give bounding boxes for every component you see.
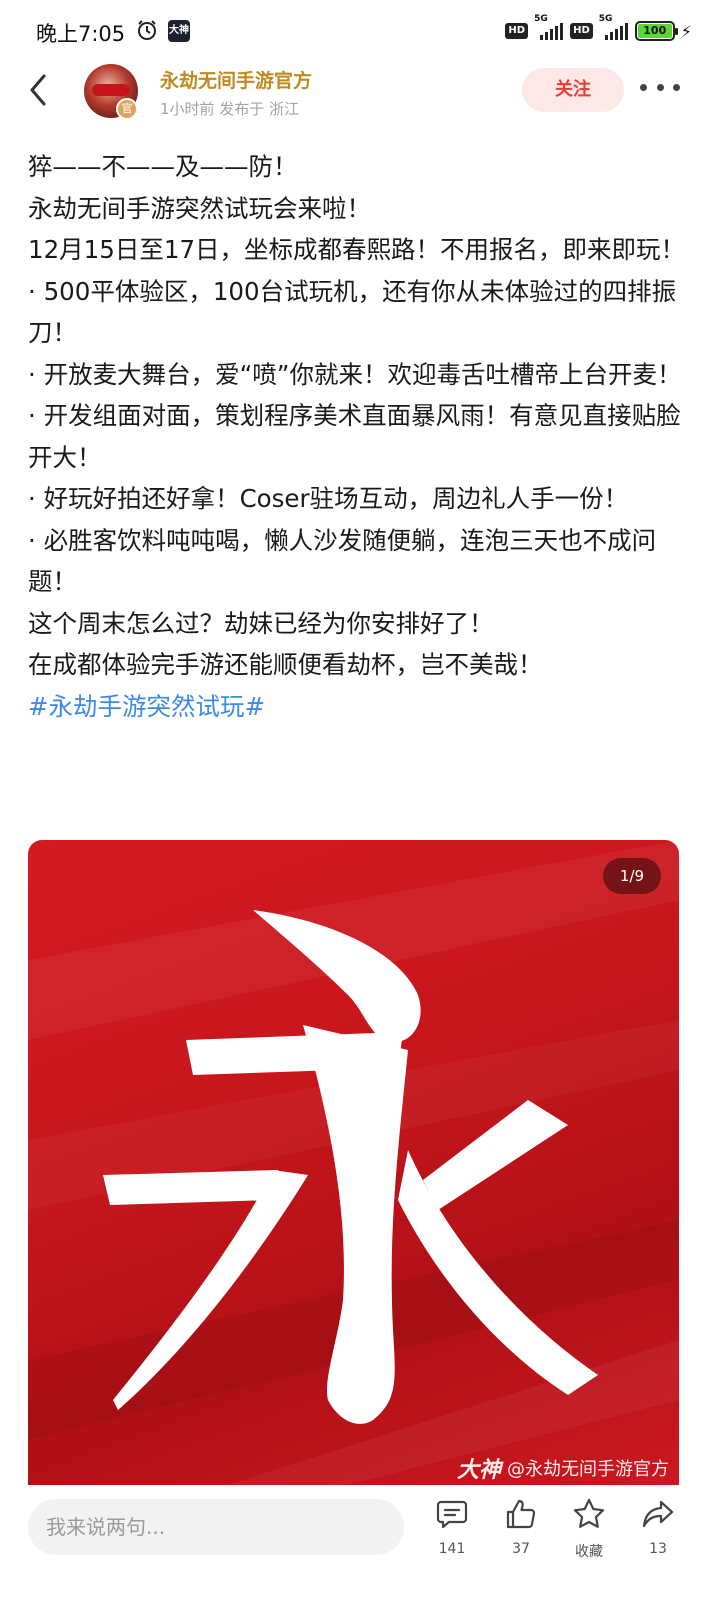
post-line: · 好玩好拍还好拿！Coser驻场互动，周边礼人手一份！ — [28, 484, 629, 513]
post-meta: 1小时前 发布于 浙江 — [160, 100, 300, 118]
comment-icon — [436, 1500, 468, 1529]
post-line: · 必胜客饮料吨吨喝，懒人沙发随便躺，连泡三天也不成问题！ — [28, 525, 657, 597]
post-line: · 开放麦大舞台，爱“喷”你就来！欢迎毒舌吐槽帝上台开麦！ — [28, 359, 682, 389]
signal-icon: 5G — [599, 14, 629, 40]
hashtag-link[interactable]: #永劫手游突然试玩# — [28, 686, 692, 728]
like-count: 37 — [512, 1541, 530, 1557]
avatar-mask-shape — [92, 84, 130, 96]
official-badge: 官 — [116, 98, 138, 120]
yong-logo-glyph — [103, 910, 598, 1424]
post-line: 在成都体验完手游还能顺便看劫杯，岂不美哉！ — [28, 650, 543, 679]
post-line: 猝——不——及——防！ — [28, 152, 298, 181]
comment-input[interactable] — [28, 1499, 404, 1555]
post-body: 猝——不——及——防！ 永劫无间手游突然试玩会来啦！ 12月15日至17日，坐标… — [28, 146, 692, 727]
battery-icon: 100 — [634, 21, 678, 41]
watermark-logo: 大神 — [456, 1458, 501, 1483]
post-line: 永劫无间手游突然试玩会来啦！ — [28, 193, 371, 223]
post-line: 12月15日至17日，坐标成都春熙路！不用报名，即来即玩！ — [28, 235, 686, 264]
share-count: 13 — [649, 1541, 667, 1557]
alarm-clock-icon — [138, 20, 156, 40]
like-button[interactable]: 37 — [493, 1497, 549, 1557]
status-time: 晚上7:05 — [36, 22, 126, 46]
comment-button[interactable]: 141 — [424, 1497, 480, 1557]
post-header: 官 永劫无间手游官方 1小时前 发布于 浙江 关注 — [0, 62, 720, 124]
post-line: · 开发组面对面，策划程序美术直面暴风雨！有意见直接贴脸开大！ — [28, 401, 681, 472]
share-button[interactable]: 13 — [630, 1497, 686, 1557]
more-options-icon[interactable] — [640, 84, 680, 94]
star-icon — [573, 1498, 605, 1528]
thumbs-up-icon — [506, 1499, 536, 1529]
signal-icon: 5G — [534, 14, 564, 40]
favorite-button[interactable]: 收藏 — [561, 1497, 617, 1561]
dashen-app-icon: 大神 — [168, 20, 190, 42]
status-bar: 晚上7:05 大神 HD 5G HD 5G 100 ⚡ — [0, 0, 720, 62]
charging-icon: ⚡ — [680, 21, 692, 41]
network-type: 5G — [534, 14, 548, 24]
favorite-label: 收藏 — [575, 1544, 603, 1560]
post-image[interactable]: 1/9 大神 @永劫无间手游官方 — [28, 840, 679, 1485]
back-arrow-icon[interactable] — [24, 70, 54, 110]
post-line: · 500平体验区，100台试玩机，还有你从未体验过的四排振刀！ — [28, 276, 677, 348]
post-line: 这个周末怎么过？劫妹已经为你安排好了！ — [28, 608, 494, 638]
share-arrow-icon — [642, 1500, 674, 1528]
network-type: 5G — [598, 14, 613, 24]
image-page-indicator: 1/9 — [603, 858, 661, 894]
comment-count: 141 — [438, 1541, 466, 1557]
hd-badge: HD — [505, 23, 529, 39]
battery-level: 100 — [637, 24, 672, 38]
image-watermark: 大神 @永劫无间手游官方 — [457, 1451, 669, 1485]
watermark-text: @永劫无间手游官方 — [507, 1459, 669, 1480]
status-indicators: HD 5G HD 5G 100 ⚡ — [505, 14, 692, 44]
follow-button[interactable]: 关注 — [522, 68, 624, 112]
bottom-action-bar: 141 37 收藏 13 — [0, 1485, 720, 1600]
hd-badge: HD — [570, 23, 593, 39]
author-name[interactable]: 永劫无间手游官方 — [160, 66, 312, 93]
